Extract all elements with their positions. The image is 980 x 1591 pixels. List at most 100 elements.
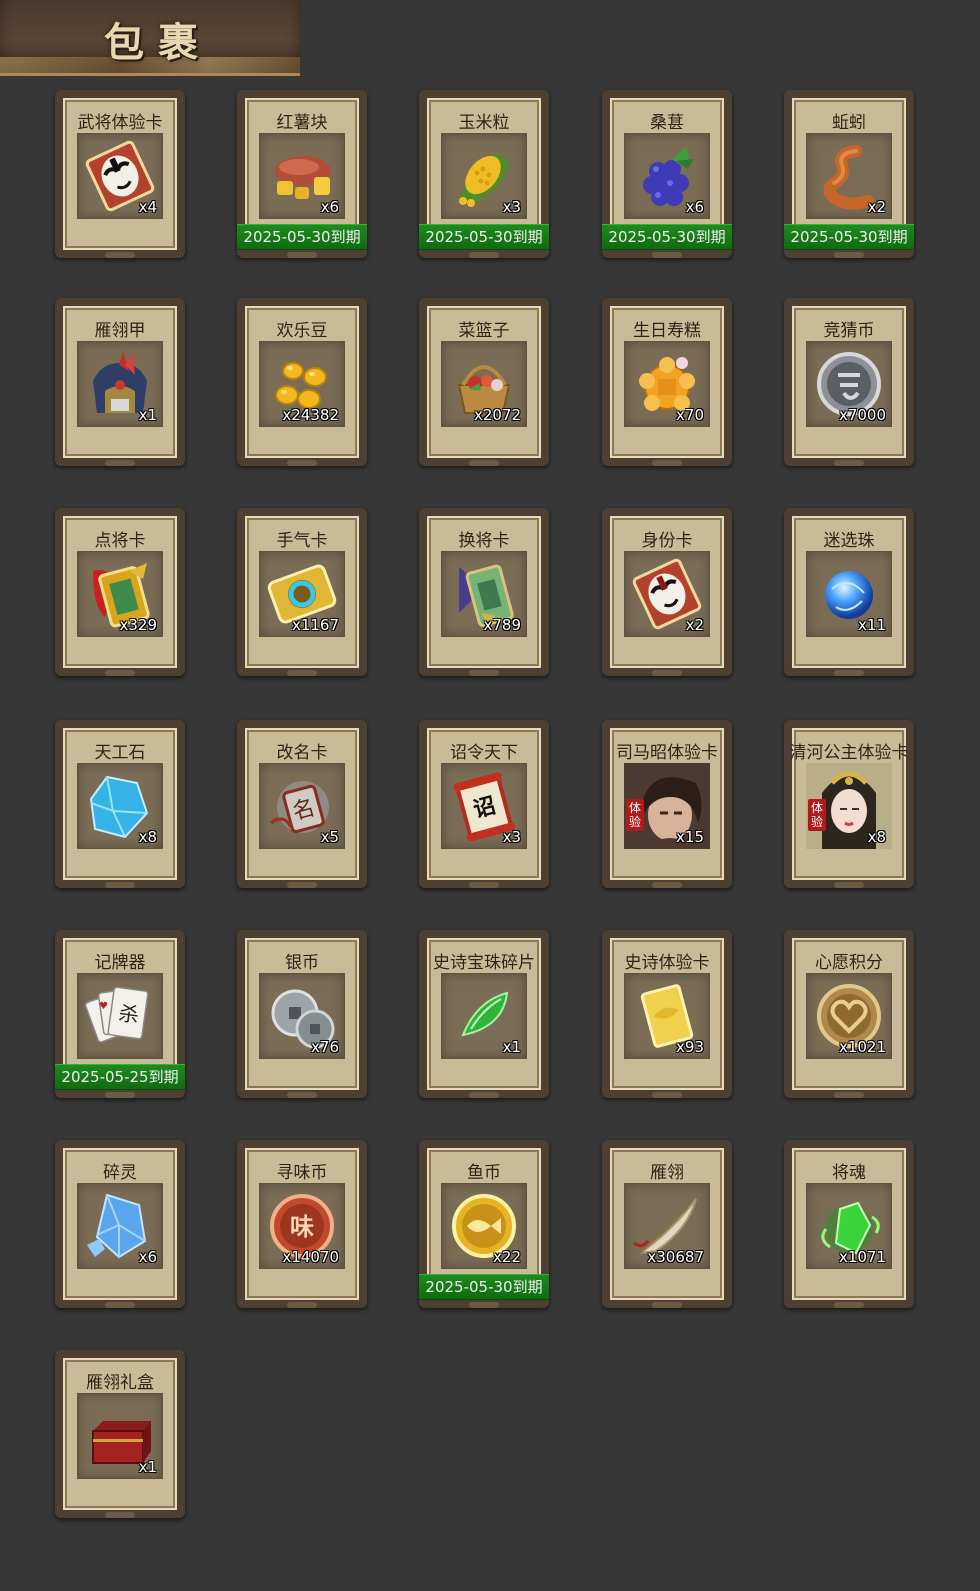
expiry-banner: 2025-05-30到期 [602,224,732,250]
item-slot[interactable]: 玉米粒 x3 2025-05-30到期 [419,90,549,258]
item-slot[interactable]: 迷选珠 x11 [784,508,914,676]
item-slot[interactable]: 菜篮子 x2072 [419,298,549,466]
item-quantity: x6 [685,198,704,216]
item-name: 欢乐豆 [276,321,328,341]
item-slot[interactable]: 生日寿糕 x70 [602,298,732,466]
item-quantity: x8 [138,828,157,846]
item-quantity: x1 [138,1458,157,1476]
item-slot[interactable]: 桑葚 x6 2025-05-30到期 [602,90,732,258]
trial-badge: 体验 [808,799,826,831]
item-slot[interactable]: 寻味币味 x14070 [237,1140,367,1308]
expiry-banner: 2025-05-30到期 [419,224,549,250]
item-slot[interactable]: 竞猜币 x7000 [784,298,914,466]
item-name: 身份卡 [641,531,693,551]
item-slot[interactable]: 司马昭体验卡体验 x15 [602,720,732,888]
item-name: 碎灵 [103,1163,137,1183]
item-quantity: x7000 [838,406,886,424]
item-thumbnail: 体验 x15 [624,763,710,849]
expiry-banner: 2025-05-30到期 [237,224,367,250]
item-quantity: x1 [502,1038,521,1056]
item-name: 司马昭体验卡 [616,743,718,763]
item-name: 武将体验卡 [77,113,163,133]
item-slot[interactable]: 蚯蚓 x2 2025-05-30到期 [784,90,914,258]
item-quantity: x6 [320,198,339,216]
item-name: 雁翎 [650,1163,684,1183]
item-quantity: x329 [119,616,157,634]
item-slot[interactable]: 史诗宝珠碎片 x1 [419,930,549,1098]
item-slot[interactable]: 心愿积分 x1021 [784,930,914,1098]
item-thumbnail: 诏 x3 [441,763,527,849]
item-name: 竞猜币 [823,321,875,341]
item-name: 手气卡 [276,531,328,551]
item-quantity: x70 [676,406,704,424]
item-slot[interactable]: 雁翎礼盒 x1 [55,1350,185,1518]
expiry-banner: 2025-05-30到期 [419,1274,549,1300]
item-quantity: x8 [867,828,886,846]
item-thumbnail: 味 x14070 [259,1183,345,1269]
item-thumbnail: 名 x5 [259,763,345,849]
item-name: 鱼币 [467,1163,501,1183]
item-slot[interactable]: 碎灵 x6 [55,1140,185,1308]
item-slot[interactable]: 点将卡 x329 [55,508,185,676]
item-slot[interactable]: 将魂 x1071 [784,1140,914,1308]
item-name: 诏令天下 [450,743,518,763]
item-slot[interactable]: 史诗体验卡 x93 [602,930,732,1098]
item-slot[interactable]: 天工石 x8 [55,720,185,888]
item-slot[interactable]: 手气卡 x1167 [237,508,367,676]
item-thumbnail: x1167 [259,551,345,637]
item-quantity: x11 [858,616,886,634]
item-slot[interactable]: 鱼币 x22 2025-05-30到期 [419,1140,549,1308]
item-slot[interactable]: 诏令天下诏 x3 [419,720,549,888]
item-quantity: x22 [493,1248,521,1266]
item-quantity: x1167 [291,616,339,634]
item-slot[interactable]: 雁翎甲 x1 [55,298,185,466]
item-thumbnail: x8 [77,763,163,849]
item-thumbnail: x1 [441,973,527,1059]
item-thumbnail: x3 [441,133,527,219]
item-slot[interactable]: 清河公主体验卡 体验 x8 [784,720,914,888]
item-quantity: x2 [867,198,886,216]
inventory-grid: 武将体验卡 x4 红薯块 x6 2025-05-30到期 玉米粒 x3 2025-05-30到… [0,0,980,1591]
item-quantity: x15 [676,828,704,846]
item-slot[interactable]: 武将体验卡 x4 [55,90,185,258]
item-slot[interactable]: 换将卡 x789 [419,508,549,676]
item-thumbnail: x11 [806,551,892,637]
item-name: 改名卡 [276,743,328,763]
item-thumbnail: x6 [77,1183,163,1269]
item-quantity: x93 [676,1038,704,1056]
item-thumbnail: x22 [441,1183,527,1269]
item-thumbnail: x24382 [259,341,345,427]
expiry-banner: 2025-05-25到期 [55,1064,185,1090]
item-thumbnail: x93 [624,973,710,1059]
item-slot[interactable]: 身份卡 x2 [602,508,732,676]
item-slot[interactable]: 银币 x76 [237,930,367,1098]
item-slot[interactable]: 改名卡名 x5 [237,720,367,888]
item-quantity: x14070 [282,1248,339,1266]
item-thumbnail: 体验 x8 [806,763,892,849]
item-quantity: x6 [138,1248,157,1266]
item-thumbnail: x1 [77,341,163,427]
item-slot[interactable]: 红薯块 x6 2025-05-30到期 [237,90,367,258]
item-quantity: x30687 [647,1248,704,1266]
item-slot[interactable]: 记牌器杀 ♥ 2025-05-25到期 [55,930,185,1098]
trial-badge: 体验 [626,799,644,831]
item-quantity: x3 [502,828,521,846]
item-thumbnail: x76 [259,973,345,1059]
item-name: 史诗体验卡 [624,953,710,973]
item-name: 迷选珠 [823,531,875,551]
item-quantity: x4 [138,198,157,216]
item-slot[interactable]: 雁翎 x30687 [602,1140,732,1308]
item-slot[interactable]: 欢乐豆 x24382 [237,298,367,466]
item-thumbnail: x70 [624,341,710,427]
item-quantity: x1 [138,406,157,424]
item-thumbnail: x30687 [624,1183,710,1269]
item-quantity: x2 [685,616,704,634]
item-name: 记牌器 [94,953,146,973]
item-thumbnail: x4 [77,133,163,219]
item-quantity: x5 [320,828,339,846]
item-name: 菜篮子 [458,321,510,341]
item-quantity: x24382 [282,406,339,424]
expiry-banner: 2025-05-30到期 [784,224,914,250]
item-thumbnail: x6 [624,133,710,219]
item-name: 换将卡 [458,531,510,551]
